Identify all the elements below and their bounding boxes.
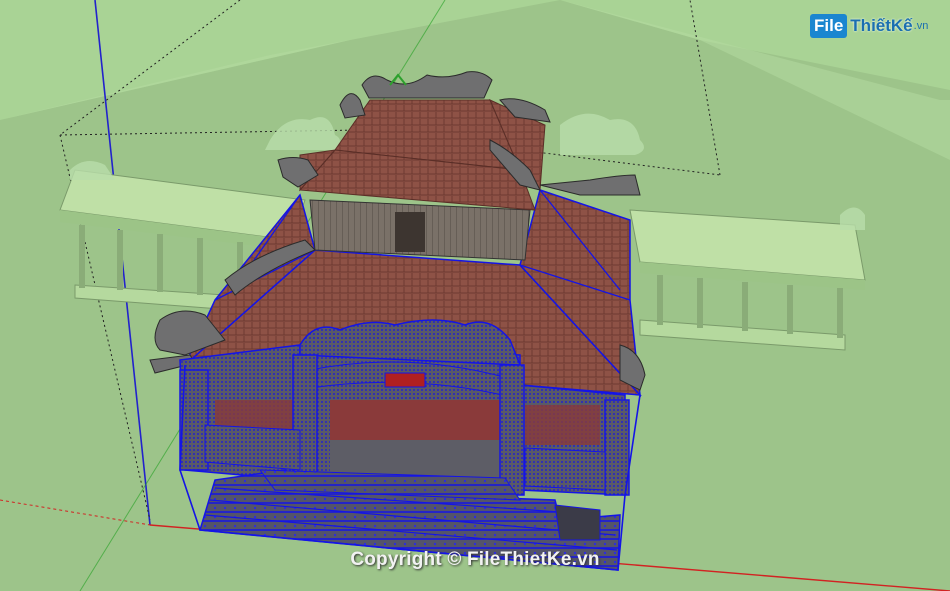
- logo-suffix: .vn: [913, 20, 929, 32]
- sketchup-viewport[interactable]: File ThiếtKế .vn Copyright © FileThietKe…: [0, 0, 950, 591]
- site-logo: File ThiếtKế .vn: [810, 10, 928, 42]
- logo-name: ThiếtKế: [850, 16, 913, 35]
- 3d-model-canvas[interactable]: [0, 0, 950, 591]
- logo-box: File: [810, 14, 848, 38]
- copyright-watermark: Copyright © FileThietKe.vn: [350, 549, 600, 570]
- upper-storey: [309, 199, 531, 261]
